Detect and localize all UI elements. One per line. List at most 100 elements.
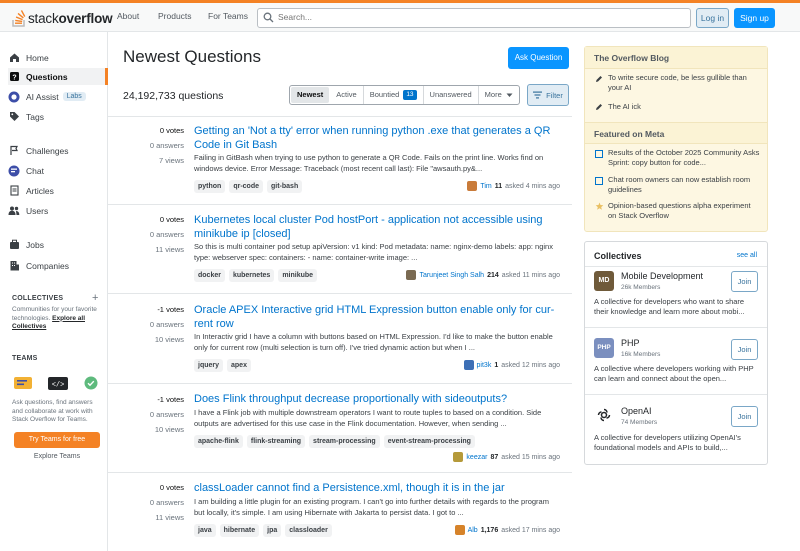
nav-products[interactable]: Products — [158, 11, 192, 21]
labs-badge: Labs — [62, 92, 86, 101]
add-collective-icon[interactable]: + — [92, 292, 98, 304]
collective-logo[interactable]: PHP — [594, 338, 614, 358]
sidebar-item-label: AI Assist — [26, 91, 59, 102]
user-name-link[interactable]: keezar — [466, 454, 487, 461]
sidebar-item-companies[interactable]: Companies — [8, 257, 108, 274]
tab-more[interactable]: More — [479, 86, 519, 104]
question-title-link[interactable]: classLoader cannot find a Persistence.xm… — [194, 481, 558, 495]
openai-logo-icon[interactable] — [594, 405, 614, 425]
tag-link[interactable]: hibernate — [219, 524, 260, 537]
avatar[interactable] — [467, 181, 478, 191]
tag-link[interactable]: python — [194, 180, 226, 193]
try-teams-button[interactable]: Try Teams for free — [14, 432, 100, 448]
question-tags: jquery apex — [194, 359, 251, 372]
collective-members: 16k Members — [621, 351, 661, 358]
user-name-link[interactable]: pit3k — [477, 362, 492, 369]
filter-button[interactable]: Filter — [527, 84, 569, 106]
avatar[interactable] — [454, 525, 465, 535]
user-name-link[interactable]: Alb — [468, 527, 478, 534]
explore-teams-link[interactable]: Explore Teams — [14, 453, 100, 460]
tab-newest[interactable]: Newest — [291, 87, 330, 103]
user-name-link[interactable]: Tarunjeet Singh Salh — [419, 272, 484, 279]
sidebar-item-users[interactable]: Users — [8, 202, 108, 219]
question-title-link[interactable]: Oracle APEX Interactive grid HTML Expres… — [194, 303, 558, 331]
sidebar-item-label: Tags — [26, 111, 44, 122]
join-collective-button[interactable]: Join — [731, 339, 758, 360]
answer-count: 0 answers — [149, 410, 184, 419]
tag-link[interactable]: event-stream-processing — [383, 435, 475, 448]
join-collective-button[interactable]: Join — [731, 406, 758, 427]
sidebar-item-challenges[interactable]: Challenges — [8, 142, 108, 159]
question-title-link[interactable]: Does Flink throughput decrease proportio… — [194, 392, 558, 406]
question-title-link[interactable]: Getting an 'Not a tty' error when runnin… — [194, 124, 558, 152]
meta-link[interactable]: Opinion-based questions alpha experiment… — [608, 201, 760, 221]
question-user-card: keezar 87 asked 15 mins ago — [453, 452, 560, 462]
nav-for-teams[interactable]: For Teams — [208, 11, 248, 21]
sidebar-item-label: Home — [26, 52, 49, 63]
search-icon — [263, 12, 274, 25]
chevron-down-icon — [506, 93, 513, 97]
question-stats: 0 votes 0 answers 11 views — [108, 212, 184, 257]
sidebar-item-label: Chat — [26, 165, 44, 176]
nav-about[interactable]: About — [117, 11, 139, 21]
sidebar-item-tags[interactable]: Tags — [8, 108, 108, 125]
tag-link[interactable]: kubernetes — [228, 269, 275, 282]
collectives-heading: COLLECTIVES — [12, 295, 64, 302]
tag-link[interactable]: docker — [194, 269, 225, 282]
tab-active[interactable]: Active — [330, 86, 364, 104]
home-icon — [8, 52, 20, 64]
login-button[interactable]: Log in — [696, 8, 729, 28]
challenges-icon — [8, 145, 20, 157]
tag-link[interactable]: jquery — [194, 359, 224, 372]
question-excerpt: I have a Flink job with multiple downstr… — [194, 408, 542, 428]
sidebar-item-jobs[interactable]: Jobs — [8, 236, 108, 253]
tag-link[interactable]: java — [194, 524, 216, 537]
tag-icon — [8, 111, 20, 123]
avatar[interactable] — [406, 270, 417, 280]
avatar[interactable] — [463, 360, 474, 370]
sidebar-item-questions[interactable]: ? Questions — [8, 68, 108, 85]
tag-link[interactable]: minikube — [278, 269, 318, 282]
tag-link[interactable]: git-bash — [267, 180, 303, 193]
tag-link[interactable]: flink-streaming — [246, 435, 306, 448]
tab-unanswered[interactable]: Unanswered — [424, 86, 479, 104]
blog-link[interactable]: The AI ick — [608, 102, 760, 112]
collective-name[interactable]: PHP — [621, 338, 640, 348]
chat-icon — [8, 165, 20, 177]
tag-link[interactable]: qr-code — [229, 180, 263, 193]
tag-link[interactable]: classloader — [285, 524, 332, 537]
page-title: Newest Questions — [123, 47, 261, 66]
collective-name[interactable]: Mobile Development — [621, 271, 703, 281]
tab-bountied[interactable]: Bountied 13 — [364, 86, 424, 104]
articles-icon — [8, 185, 20, 197]
divider — [585, 327, 767, 328]
pencil-icon — [595, 75, 603, 85]
collective-name[interactable]: OpenAI — [621, 406, 652, 416]
user-name-link[interactable]: Tim — [480, 183, 491, 190]
collective-logo[interactable]: MD — [594, 271, 614, 291]
ask-question-button[interactable]: Ask Question — [508, 47, 569, 69]
meta-link[interactable]: Results of the October 2025 Community As… — [608, 148, 760, 168]
question-title-link[interactable]: Kubernetes local cluster Pod hostPort - … — [194, 213, 558, 241]
tag-link[interactable]: jpa — [263, 524, 282, 537]
sidebar-item-ai-assist[interactable]: AI Assist Labs — [8, 88, 108, 105]
question-user-card: pit3k 1 asked 12 mins ago — [463, 360, 560, 370]
join-collective-button[interactable]: Join — [731, 271, 758, 292]
signup-button[interactable]: Sign up — [734, 8, 775, 28]
avatar[interactable] — [453, 452, 464, 462]
logo[interactable]: stackoverflow — [12, 8, 113, 28]
see-all-link[interactable]: see all — [737, 252, 757, 259]
sidebar-item-home[interactable]: Home — [8, 49, 108, 66]
tag-link[interactable]: stream-processing — [309, 435, 380, 448]
search-box[interactable] — [257, 8, 691, 28]
blog-link[interactable]: To write secure code, be less gullible t… — [608, 73, 760, 93]
sidebar-item-label: Users — [26, 205, 49, 216]
sidebar-item-articles[interactable]: Articles — [8, 182, 108, 199]
search-input[interactable] — [278, 12, 678, 22]
sidebar-item-chat[interactable]: Chat — [8, 162, 108, 179]
question-stats: 0 votes 0 answers 11 views — [108, 480, 184, 525]
tag-link[interactable]: apex — [227, 359, 251, 372]
tag-link[interactable]: apache-flink — [194, 435, 243, 448]
vote-count: -1 votes — [157, 395, 184, 404]
meta-link[interactable]: Chat room owners can now establish room … — [608, 175, 760, 195]
